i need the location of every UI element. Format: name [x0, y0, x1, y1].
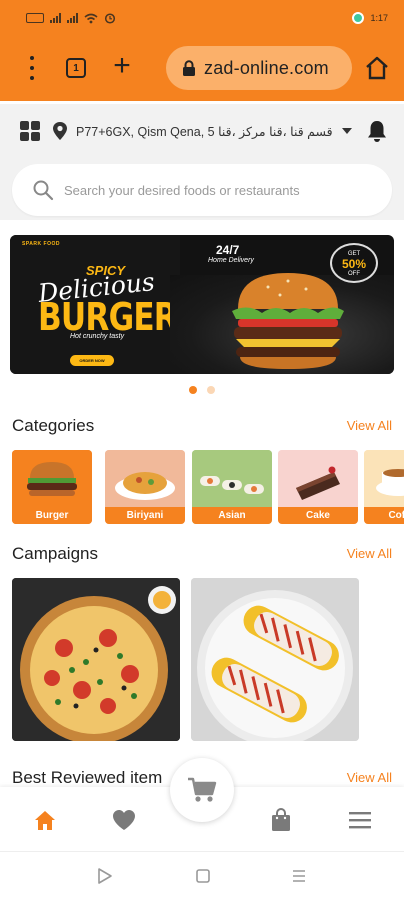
recents-icon[interactable] [195, 867, 211, 885]
new-tab-button[interactable]: + [108, 51, 136, 82]
categories-title: Categories [12, 416, 95, 435]
home-icon [35, 811, 55, 830]
campaigns-view-all[interactable]: View All [347, 546, 392, 561]
badge-bottom: OFF [348, 270, 360, 277]
notification-bell-icon[interactable] [366, 119, 388, 143]
biriyani-category-image [105, 450, 185, 507]
category-label: Burger [12, 507, 92, 524]
address-bar[interactable]: zad-online.com [166, 46, 352, 90]
category-asian[interactable]: Asian [192, 450, 272, 524]
category-coffee[interactable]: Coffee [364, 450, 404, 524]
browser-menu-icon[interactable] [24, 56, 40, 80]
search-section [0, 158, 404, 220]
delivery-address[interactable]: P77+6GX, Qism Qena, قسم قنا ،قنا مركز ،ق… [76, 124, 334, 139]
system-nav-bar [0, 851, 404, 900]
wifi-icon [84, 13, 98, 23]
signal-icon [50, 13, 61, 23]
category-label: Coffee [364, 507, 404, 524]
browser-toolbar: 1 + zad-online.com [0, 38, 404, 98]
best-reviewed-view-all[interactable]: View All [347, 770, 392, 785]
corn-image [191, 578, 359, 741]
notification-dot-icon [352, 12, 365, 24]
tab-count: 1 [73, 62, 79, 74]
menu-icon [349, 812, 371, 829]
campaign-card-corn[interactable] [191, 578, 359, 741]
cake-category-image [278, 450, 358, 507]
carousel-indicator [0, 386, 404, 396]
address-dropdown-icon[interactable] [342, 128, 352, 134]
bag-icon [272, 808, 290, 831]
categories-list: Burger Biriyani Asian Cake Cof [12, 450, 404, 524]
signal-icon-2 [67, 13, 78, 23]
campaign-card-pizza[interactable] [12, 578, 180, 741]
best-reviewed-title: Best Reviewed item [12, 768, 163, 787]
search-icon [33, 180, 54, 201]
nav-favourites[interactable] [111, 807, 137, 833]
status-icons-left [26, 12, 116, 24]
heart-icon [113, 810, 135, 830]
browser-home-icon[interactable] [364, 56, 390, 80]
category-burger[interactable]: Burger [12, 450, 92, 524]
banner-home-delivery: Home Delivery [208, 257, 254, 264]
category-label: Cake [278, 507, 358, 524]
banner-brand: SPARK FOOD [22, 241, 60, 247]
status-icons-right: 1:17 [352, 12, 388, 24]
nav-menu[interactable] [347, 807, 373, 833]
promo-banner[interactable]: SPARK FOOD SPICY Delicious BURGER Hot cr… [10, 235, 394, 374]
carousel-dot[interactable] [207, 386, 215, 394]
category-label: Asian [192, 507, 272, 524]
url-text: zad-online.com [204, 57, 329, 78]
asian-category-image [192, 450, 272, 507]
nav-orders[interactable] [268, 807, 294, 833]
coffee-category-image [364, 450, 404, 507]
category-label: Biriyani [105, 507, 185, 524]
location-pin-icon [53, 122, 67, 140]
search-input[interactable] [64, 182, 364, 198]
alarm-icon [104, 13, 116, 24]
location-bar: P77+6GX, Qism Qena, قسم قنا ،قنا مركز ،ق… [0, 104, 404, 158]
categories-view-all[interactable]: View All [347, 418, 392, 433]
lock-icon [183, 59, 195, 76]
tab-switcher-button[interactable]: 1 [66, 58, 86, 78]
carousel-dot-active[interactable] [189, 386, 197, 394]
message-icon [26, 13, 44, 23]
module-grid-icon[interactable] [20, 121, 40, 141]
campaigns-title: Campaigns [12, 544, 98, 563]
system-menu-icon[interactable] [291, 867, 307, 885]
status-time: 1:17 [370, 13, 388, 23]
nav-home[interactable] [32, 807, 58, 833]
banner-hours: 24/7 [216, 243, 240, 257]
status-bar: 1:17 [0, 0, 404, 36]
cart-icon [188, 777, 217, 802]
banner-tagline: Hot crunchy tasty [70, 333, 125, 340]
category-biriyani[interactable]: Biriyani [105, 450, 185, 524]
category-cake[interactable]: Cake [278, 450, 358, 524]
burger-category-image [12, 450, 92, 507]
banner-order-button[interactable]: ORDER NOW [70, 355, 114, 366]
search-bar[interactable] [12, 164, 392, 216]
back-icon[interactable] [97, 867, 113, 885]
cart-button[interactable] [170, 758, 234, 822]
burger-image [232, 273, 344, 369]
pizza-image [12, 578, 180, 741]
